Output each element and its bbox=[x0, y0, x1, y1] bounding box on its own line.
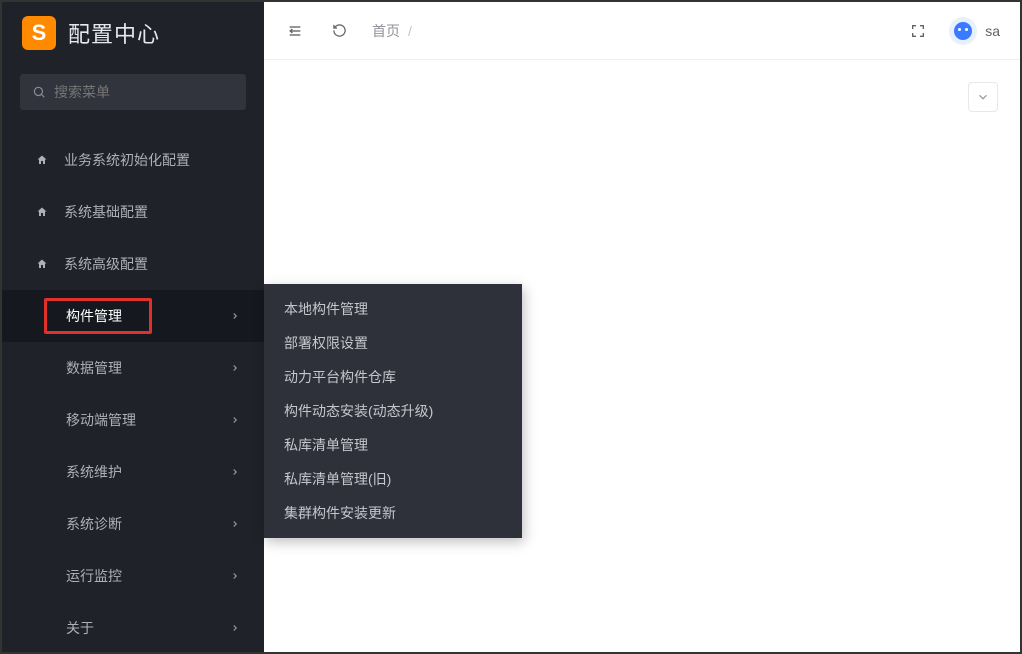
submenu-item-dynamic-install[interactable]: 构件动态安装(动态升级) bbox=[264, 394, 522, 428]
submenu-item-label: 本地构件管理 bbox=[284, 299, 368, 319]
submenu-item-private-repo-old[interactable]: 私库清单管理(旧) bbox=[264, 462, 522, 496]
sidebar-item-sys-maintenance[interactable]: 系统维护 bbox=[2, 446, 264, 498]
sidebar-item-label: 业务系统初始化配置 bbox=[64, 150, 240, 170]
submenu-component-mgmt: 本地构件管理 部署权限设置 动力平台构件仓库 构件动态安装(动态升级) 私库清单… bbox=[264, 284, 522, 538]
chevron-right-icon bbox=[230, 363, 240, 373]
sidebar-item-label: 系统高级配置 bbox=[64, 254, 240, 274]
home-icon bbox=[36, 154, 50, 166]
submenu-item-label: 动力平台构件仓库 bbox=[284, 367, 396, 387]
sidebar-item-label: 系统维护 bbox=[66, 462, 230, 482]
sidebar-item-label: 移动端管理 bbox=[66, 410, 230, 430]
app-title: 配置中心 bbox=[68, 17, 160, 49]
user-menu[interactable]: sa bbox=[949, 17, 1000, 45]
submenu-item-label: 私库清单管理(旧) bbox=[284, 469, 391, 489]
submenu-item-label: 集群构件安装更新 bbox=[284, 503, 396, 523]
home-icon bbox=[36, 258, 50, 270]
panel-collapse-button[interactable] bbox=[968, 82, 998, 112]
app-logo-icon: S bbox=[22, 16, 56, 50]
breadcrumb-home[interactable]: 首页 bbox=[372, 21, 400, 41]
topbar: 首页 / sa bbox=[264, 2, 1020, 60]
submenu-item-cluster-install[interactable]: 集群构件安装更新 bbox=[264, 496, 522, 530]
sidebar-item-init-config[interactable]: 业务系统初始化配置 bbox=[2, 134, 264, 186]
sidebar-item-label: 运行监控 bbox=[66, 566, 230, 586]
fullscreen-button[interactable] bbox=[907, 20, 929, 42]
chevron-right-icon bbox=[230, 415, 240, 425]
submenu-item-label: 构件动态安装(动态升级) bbox=[284, 401, 433, 421]
chevron-right-icon bbox=[230, 623, 240, 633]
sidebar-item-mobile-mgmt[interactable]: 移动端管理 bbox=[2, 394, 264, 446]
sidebar-item-label: 数据管理 bbox=[66, 358, 230, 378]
sidebar-item-about[interactable]: 关于 bbox=[2, 602, 264, 654]
breadcrumb: 首页 / bbox=[372, 21, 420, 41]
home-icon bbox=[36, 206, 50, 218]
sidebar-item-sys-diagnosis[interactable]: 系统诊断 bbox=[2, 498, 264, 550]
sidebar-item-data-mgmt[interactable]: 数据管理 bbox=[2, 342, 264, 394]
sidebar-item-component-mgmt[interactable]: 构件管理 bbox=[2, 290, 264, 342]
submenu-item-label: 部署权限设置 bbox=[284, 333, 368, 353]
sidebar-item-label: 系统诊断 bbox=[66, 514, 230, 534]
refresh-button[interactable] bbox=[328, 20, 350, 42]
submenu-item-private-repo[interactable]: 私库清单管理 bbox=[264, 428, 522, 462]
sidebar-item-advanced-config[interactable]: 系统高级配置 bbox=[2, 238, 264, 290]
collapse-sidebar-button[interactable] bbox=[284, 20, 306, 42]
chevron-right-icon bbox=[230, 571, 240, 581]
search-input[interactable] bbox=[54, 84, 234, 100]
sidebar-item-label: 系统基础配置 bbox=[64, 202, 240, 222]
chevron-right-icon bbox=[230, 467, 240, 477]
submenu-item-label: 私库清单管理 bbox=[284, 435, 368, 455]
search-icon bbox=[32, 85, 46, 99]
submenu-item-platform-repo[interactable]: 动力平台构件仓库 bbox=[264, 360, 522, 394]
chevron-right-icon bbox=[230, 311, 240, 321]
search-wrap bbox=[2, 64, 264, 116]
submenu-item-deploy-permission[interactable]: 部署权限设置 bbox=[264, 326, 522, 360]
sidebar-item-basic-config[interactable]: 系统基础配置 bbox=[2, 186, 264, 238]
avatar-icon bbox=[949, 17, 977, 45]
sidebar-item-label: 关于 bbox=[66, 618, 230, 638]
sidebar: S 配置中心 业务系统初始化配置 系统基础配置 bbox=[2, 2, 264, 652]
sidebar-menu: 业务系统初始化配置 系统基础配置 系统高级配置 构件管理 bbox=[2, 116, 264, 654]
submenu-item-local-component[interactable]: 本地构件管理 bbox=[264, 292, 522, 326]
chevron-right-icon bbox=[230, 519, 240, 529]
app-logo-block: S 配置中心 bbox=[2, 2, 264, 64]
sidebar-item-label: 构件管理 bbox=[66, 306, 230, 326]
sidebar-item-runtime-monitor[interactable]: 运行监控 bbox=[2, 550, 264, 602]
breadcrumb-separator: / bbox=[408, 23, 412, 39]
username-label: sa bbox=[985, 23, 1000, 39]
